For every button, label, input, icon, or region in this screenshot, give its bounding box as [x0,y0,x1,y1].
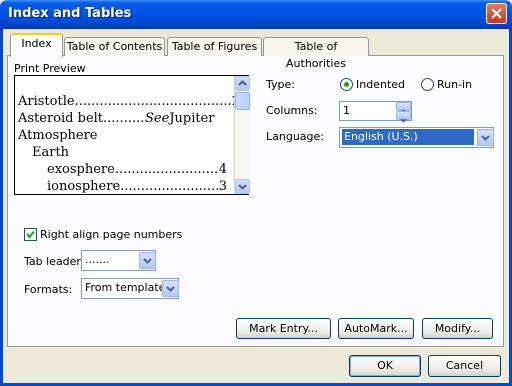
entry-text: Aristotle [18,94,75,109]
checkmark-icon [26,230,35,239]
chevron-down-icon [238,184,247,190]
entry-text: Asteroid belt [18,111,104,126]
language-dropdown[interactable]: English (U.S.) [339,127,494,148]
print-preview: Aristotle 2 Asteroid belt See Jupiter At… [14,75,249,195]
type-label: Type: [266,78,295,91]
tab-leader-value: ....... [85,253,110,266]
preview-entry: Atmosphere [18,128,98,143]
right-align-label[interactable]: Right align page numbers [40,228,182,241]
tab-label: Table of Authorities [286,40,346,70]
entry-text: ionosphere [47,179,121,194]
columns-spinner[interactable]: 1 [339,101,412,123]
tab-table-of-figures[interactable]: Table of Figures [167,37,262,56]
right-align-checkbox[interactable] [24,228,37,241]
preview-entry: ionosphere 3 [47,179,227,194]
entry-page: 3 [218,179,227,194]
radio-run-in-label[interactable]: Run-in [437,78,472,91]
dot-leader [115,162,219,178]
language-label: Language: [266,130,324,143]
scroll-down-button[interactable] [235,179,250,194]
print-preview-label: Print Preview [14,62,86,75]
entry-page: 4 [218,162,227,177]
radio-indented-label[interactable]: Indented [356,78,405,91]
dot-leader [120,179,219,194]
preview-entry: exosphere 4 [47,162,227,178]
formats-dropdown[interactable]: From template [81,278,179,299]
preview-entry: Earth [32,145,70,160]
radio-run-in[interactable] [421,78,434,91]
formats-value: From template [85,281,166,294]
tab-index[interactable]: Index [10,33,63,57]
tab-leader-label: Tab leader: [24,255,85,268]
mark-entry-button[interactable]: Mark Entry... [236,318,331,339]
ok-button[interactable]: OK [349,355,421,377]
preview-scrollbar[interactable] [234,76,251,194]
spin-up-button[interactable] [396,102,411,114]
dropdown-button[interactable] [162,280,179,297]
chevron-down-icon [400,118,407,123]
tab-table-of-authorities[interactable]: Table of Authorities [263,37,369,70]
entry-text: exosphere [47,162,115,177]
tab-label: Table of Figures [171,40,258,53]
window-title: Index and Tables [8,6,132,21]
window-frame-left [0,29,3,386]
automark-button[interactable]: AutoMark... [338,318,414,339]
cancel-button[interactable]: Cancel [428,355,501,377]
preview-entry: Asteroid belt See Jupiter [18,111,248,127]
chevron-down-icon [143,258,152,264]
dot-leader [75,94,232,110]
modify-button[interactable]: Modify... [422,318,493,339]
chevron-down-icon [166,286,175,292]
close-icon [491,8,502,19]
tab-table-of-contents[interactable]: Table of Contents [64,37,165,56]
tab-label: Table of Contents [66,40,163,53]
close-button[interactable] [486,3,507,24]
entry-see-target: Jupiter [169,111,215,126]
columns-label: Columns: [266,104,318,117]
dropdown-button[interactable] [477,129,494,146]
columns-value: 1 [343,104,350,117]
dropdown-button[interactable] [139,252,156,269]
tab-leader-dropdown[interactable]: ....... [81,250,156,271]
chevron-up-icon [238,80,247,86]
scroll-thumb[interactable] [235,92,250,110]
spin-down-button[interactable] [396,111,411,123]
chevron-down-icon [481,135,490,141]
scroll-up-button[interactable] [235,76,250,91]
formats-label: Formats: [24,283,73,296]
entry-see: See [145,111,170,126]
tab-label: Index [21,37,52,50]
preview-entry: Aristotle 2 [18,94,240,110]
radio-indented[interactable] [340,78,353,91]
dot-leader [103,111,145,127]
language-value: English (U.S.) [342,129,474,145]
